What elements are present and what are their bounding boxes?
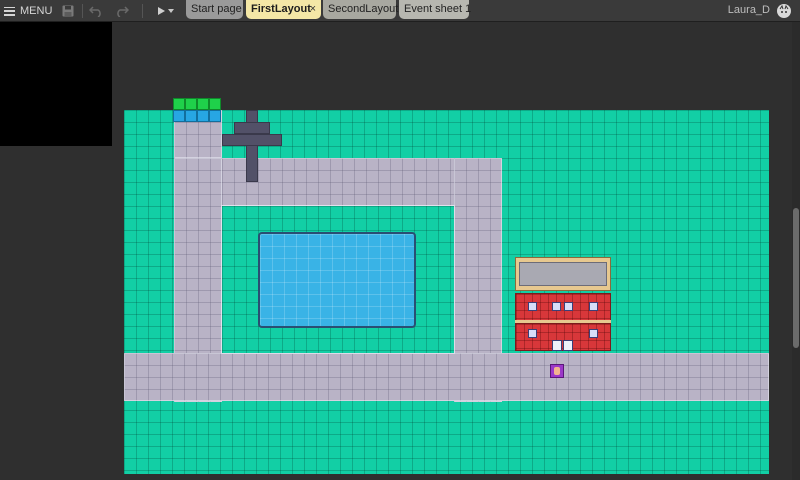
scrollbar-thumb[interactable] (793, 208, 799, 348)
player-sprite[interactable] (550, 364, 564, 378)
tab-label: Event sheet 1 (404, 3, 472, 15)
save-icon[interactable] (60, 3, 76, 19)
player-face (554, 367, 560, 375)
redo-icon[interactable] (114, 3, 130, 19)
house-sprite[interactable] (515, 257, 611, 352)
menu-label: MENU (20, 5, 53, 17)
toolbar: MENU Start page FirstLayout × SecondLayo… (0, 0, 800, 22)
window (589, 302, 598, 311)
blue-tile-sprite[interactable] (185, 110, 197, 122)
blue-tile-sprite[interactable] (209, 110, 221, 122)
signpost-sprite[interactable] (222, 134, 282, 146)
user-name[interactable]: Laura_D (728, 4, 770, 16)
road-tile[interactable] (124, 353, 769, 401)
house-roof (515, 257, 611, 291)
menu-button[interactable]: MENU (4, 3, 54, 19)
green-tile-sprite[interactable] (173, 98, 185, 110)
tab-second-layout[interactable]: SecondLayout (323, 0, 399, 19)
user-avatar-icon[interactable] (776, 3, 792, 19)
window (564, 302, 573, 311)
green-tile-sprite[interactable] (209, 98, 221, 110)
tab-label: Start page (191, 3, 242, 15)
path-tile[interactable] (174, 158, 502, 206)
green-tile-sprite[interactable] (185, 98, 197, 110)
window (528, 329, 537, 338)
toolbar-divider (142, 4, 143, 18)
blue-tile-sprite[interactable] (197, 110, 209, 122)
window (589, 329, 598, 338)
window (528, 302, 537, 311)
layout-canvas[interactable] (124, 110, 769, 474)
window (552, 302, 561, 311)
undo-icon[interactable] (88, 3, 104, 19)
tab-event-sheet-1[interactable]: Event sheet 1 (399, 0, 472, 19)
hamburger-icon (4, 6, 15, 16)
toolbar-divider (82, 4, 83, 18)
signpost-sprite[interactable] (234, 122, 270, 134)
chevron-down-icon[interactable] (166, 3, 176, 19)
tab-label: SecondLayout (328, 3, 399, 15)
house-door (563, 340, 573, 351)
blue-tile-sprite[interactable] (173, 110, 185, 122)
tab-start-page[interactable]: Start page (186, 0, 243, 19)
green-tile-sprite[interactable] (197, 98, 209, 110)
close-icon[interactable]: × (310, 0, 316, 19)
signpost-sprite[interactable] (246, 110, 258, 182)
tab-first-layout[interactable]: FirstLayout × (246, 0, 321, 19)
tab-label: FirstLayout (251, 3, 311, 15)
pond[interactable] (258, 232, 416, 328)
roof-panel (519, 262, 607, 286)
house-door (552, 340, 562, 351)
layers-panel[interactable] (0, 22, 112, 146)
